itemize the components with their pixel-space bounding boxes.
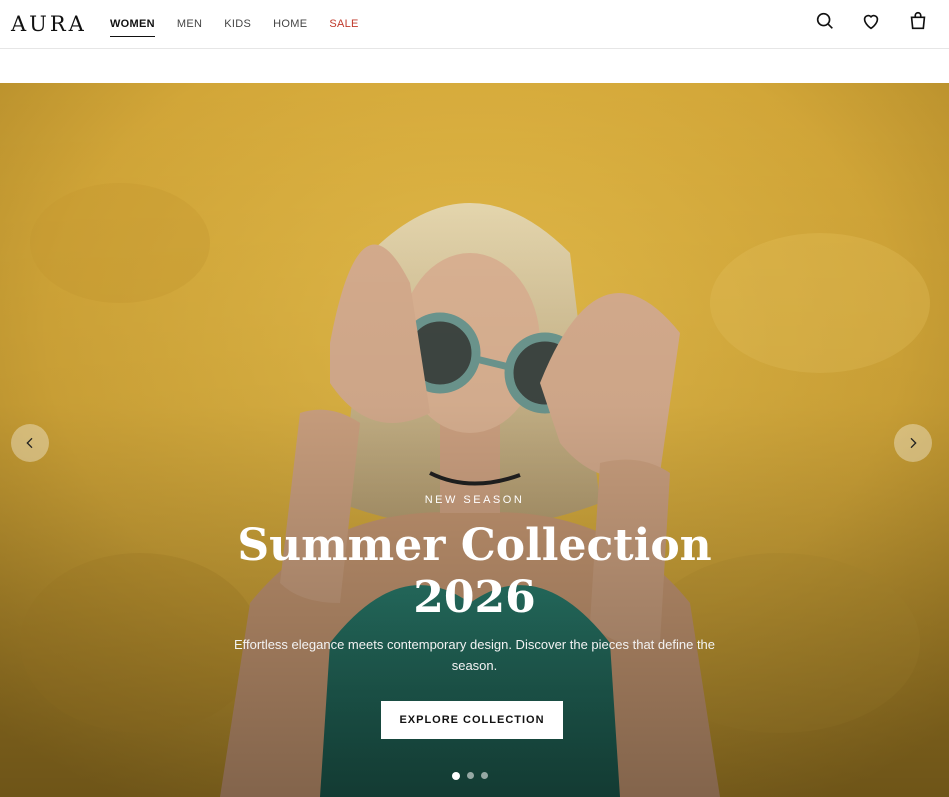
- hero-title-line1: Summer Collection: [237, 520, 712, 571]
- nav-item-sale[interactable]: SALE: [329, 15, 358, 37]
- chevron-right-icon: [910, 437, 917, 449]
- hero-overlay: [0, 83, 949, 797]
- hero-eyebrow: NEW SEASON: [424, 494, 525, 506]
- hero-subtitle: Effortless elegance meets contemporary d…: [233, 637, 716, 673]
- bag-icon[interactable]: [907, 10, 929, 32]
- next-slide-button[interactable]: [894, 424, 932, 462]
- site-header: AURA WOMEN MEN KIDS HOME SALE: [0, 0, 949, 49]
- slide-indicators: [452, 772, 495, 780]
- search-icon[interactable]: [814, 10, 836, 32]
- hero-title: Summer Collection 2026: [0, 520, 949, 624]
- nav-item-women[interactable]: WOMEN: [110, 15, 155, 37]
- prev-slide-button[interactable]: [11, 424, 49, 462]
- hero-banner: NEW SEASON Summer Collection 2026 Effort…: [0, 83, 949, 797]
- hero-title-line2: 2026: [413, 572, 536, 623]
- main-nav: WOMEN MEN KIDS HOME SALE: [110, 0, 381, 49]
- slide-dot-2[interactable]: [467, 772, 474, 779]
- nav-item-kids[interactable]: KIDS: [224, 15, 251, 37]
- slide-dot-1[interactable]: [452, 772, 460, 780]
- heart-icon[interactable]: [860, 10, 882, 32]
- nav-item-men[interactable]: MEN: [177, 15, 202, 37]
- chevron-left-icon: [26, 437, 33, 449]
- slide-dot-3[interactable]: [481, 772, 488, 779]
- explore-collection-button[interactable]: EXPLORE COLLECTION: [381, 701, 563, 739]
- brand-logo[interactable]: AURA: [11, 12, 87, 36]
- nav-item-home[interactable]: HOME: [273, 15, 307, 37]
